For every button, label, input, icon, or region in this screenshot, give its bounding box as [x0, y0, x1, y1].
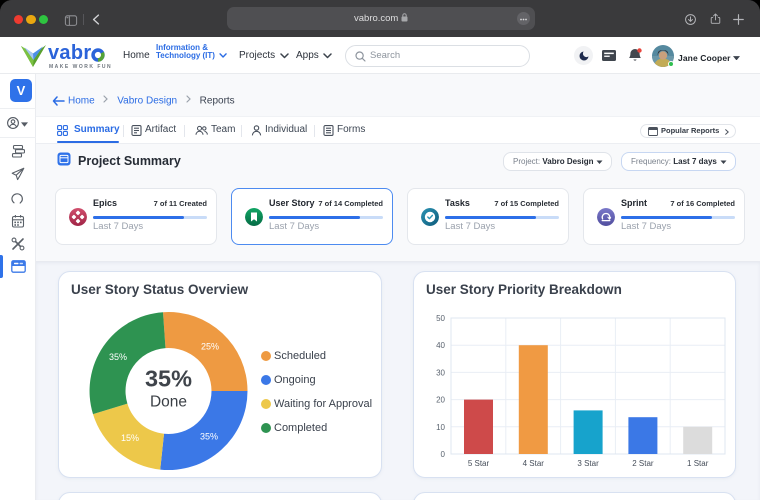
svg-text:10: 10	[436, 423, 445, 432]
svg-text:30: 30	[436, 368, 445, 377]
svg-text:35%: 35%	[109, 352, 127, 362]
svg-text:50: 50	[436, 314, 445, 323]
svg-text:20: 20	[436, 396, 445, 405]
svg-text:0: 0	[441, 450, 446, 459]
svg-text:25%: 25%	[201, 341, 219, 351]
svg-text:5 Star: 5 Star	[468, 459, 490, 468]
svg-text:15%: 15%	[121, 433, 139, 443]
svg-text:3 Star: 3 Star	[577, 459, 599, 468]
svg-text:1 Star: 1 Star	[687, 459, 709, 468]
svg-text:40: 40	[436, 341, 445, 350]
svg-text:4 Star: 4 Star	[523, 459, 545, 468]
svg-text:2 Star: 2 Star	[632, 459, 654, 468]
svg-text:Done: Done	[150, 394, 187, 411]
svg-text:35%: 35%	[200, 431, 218, 441]
svg-text:35%: 35%	[145, 366, 192, 392]
